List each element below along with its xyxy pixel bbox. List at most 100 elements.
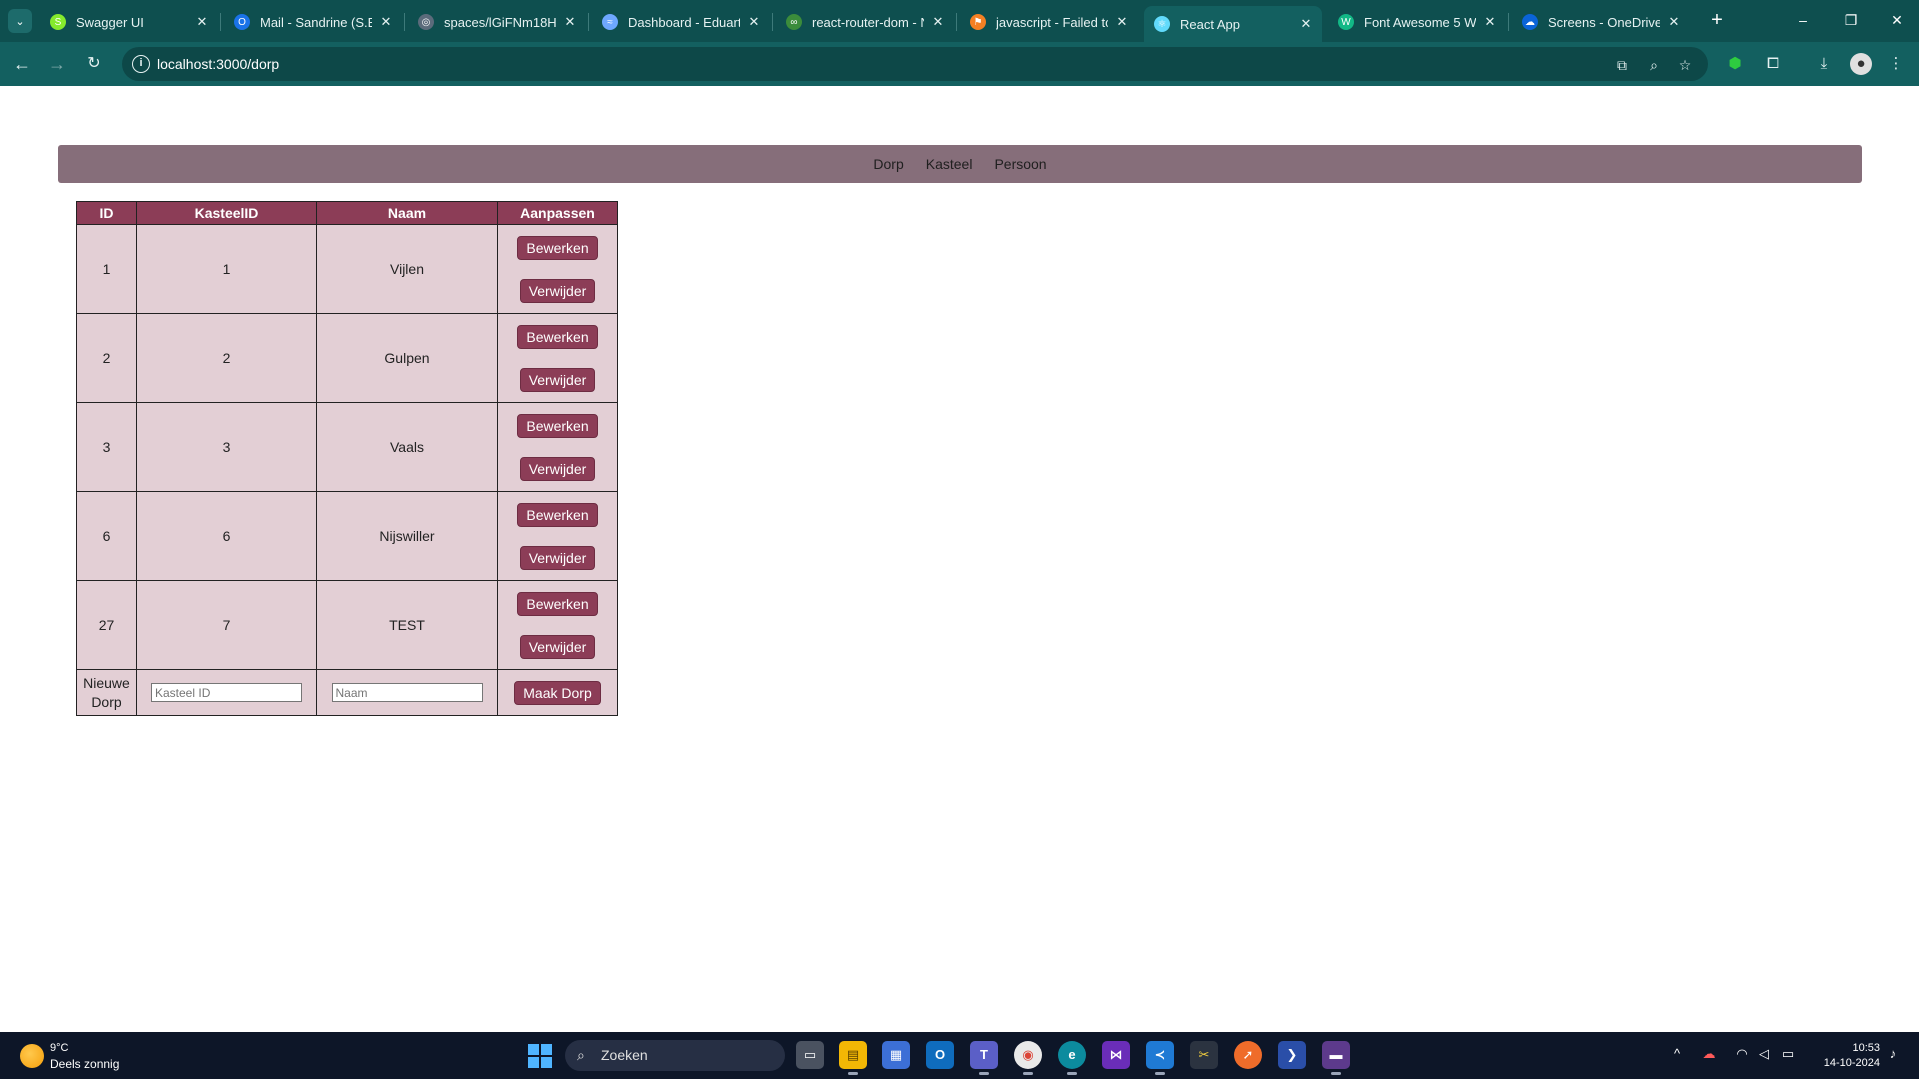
vscode-icon[interactable]: ≺: [1146, 1041, 1174, 1075]
reload-icon[interactable]: ↻: [82, 52, 106, 76]
minimize-button[interactable]: –: [1789, 8, 1817, 32]
tab-close-icon[interactable]: ✕: [1298, 16, 1314, 32]
maak-dorp-button[interactable]: Maak Dorp: [514, 680, 601, 705]
close-window-button[interactable]: ✕: [1883, 8, 1911, 32]
tab-title: React App: [1180, 16, 1240, 32]
chrome-icon[interactable]: ◉: [1014, 1041, 1042, 1075]
tab-separator: [1508, 13, 1509, 31]
clock-date[interactable]: 14-10-2024: [1800, 1057, 1880, 1069]
cell-naam: Gulpen: [316, 313, 498, 403]
tab-close-icon[interactable]: ✕: [378, 14, 394, 30]
tab-close-icon[interactable]: ✕: [1666, 14, 1682, 30]
delete-button[interactable]: Verwijder: [519, 456, 596, 481]
battery-icon[interactable]: ▭: [1779, 1046, 1797, 1062]
browser-tab[interactable]: ◎ spaces/lGiFNm18HoC ✕: [408, 6, 586, 38]
cell-id: 1: [76, 224, 137, 314]
back-arrow-icon[interactable]: ←: [10, 52, 34, 76]
file-explorer-icon[interactable]: ▤: [839, 1041, 867, 1075]
tray-overflow-chevron-icon[interactable]: ^: [1668, 1046, 1686, 1061]
extension-shield-icon[interactable]: ⬢: [1724, 53, 1746, 75]
tab-close-icon[interactable]: ✕: [746, 14, 762, 30]
snipping-tool-icon[interactable]: ✂: [1190, 1041, 1218, 1069]
nav-link-kasteel[interactable]: Kasteel: [926, 156, 973, 172]
powershell-icon[interactable]: ❯: [1278, 1041, 1306, 1069]
edit-button[interactable]: Bewerken: [517, 235, 598, 260]
cell-actions: Bewerken Verwijder: [497, 313, 618, 403]
onedrive-status-icon[interactable]: ☁: [1700, 1046, 1718, 1062]
weather-sun-icon[interactable]: [20, 1044, 44, 1068]
notification-bell-icon[interactable]: ♪: [1884, 1046, 1902, 1061]
volume-muted-icon[interactable]: ◁: [1755, 1046, 1773, 1062]
zoom-icon[interactable]: ⌕: [1644, 55, 1664, 75]
browser-tab[interactable]: ≈ Dashboard - Eduarte ✕: [592, 6, 770, 38]
tab-close-icon[interactable]: ✕: [194, 14, 210, 30]
naam-input[interactable]: [331, 683, 483, 702]
tab-favicon-icon: S: [50, 14, 66, 30]
install-app-icon[interactable]: ⧉: [1612, 55, 1632, 75]
clock-time[interactable]: 10:53: [1800, 1042, 1880, 1054]
outlook-icon[interactable]: O: [926, 1041, 954, 1069]
teams-icon[interactable]: T: [970, 1041, 998, 1075]
menu-kebab-icon[interactable]: ⋮: [1885, 53, 1907, 75]
delete-button[interactable]: Verwijder: [519, 545, 596, 570]
browser-tab[interactable]: W Font Awesome 5 Wri ✕: [1328, 6, 1506, 38]
bookmark-star-icon[interactable]: ☆: [1675, 55, 1695, 75]
cell-id: 2: [76, 313, 137, 403]
new-tab-button[interactable]: +: [1705, 9, 1729, 33]
tab-close-icon[interactable]: ✕: [562, 14, 578, 30]
edit-button[interactable]: Bewerken: [517, 502, 598, 527]
browser-tab[interactable]: ⚛ React App ✕: [1144, 6, 1322, 42]
browser-tab[interactable]: ☁ Screens - OneDrive ✕: [1512, 6, 1690, 38]
tab-title: javascript - Failed to: [996, 14, 1108, 30]
nav-link-dorp[interactable]: Dorp: [873, 156, 903, 172]
delete-button[interactable]: Verwijder: [519, 367, 596, 392]
task-view-icon[interactable]: ▭: [796, 1041, 824, 1069]
restore-button[interactable]: ❐: [1837, 8, 1865, 32]
postman-icon[interactable]: ➚: [1234, 1041, 1262, 1069]
tab-search-chevron-icon[interactable]: ⌄: [8, 9, 32, 33]
taskbar-search-box[interactable]: ⌕ Zoeken: [565, 1040, 785, 1071]
extensions-puzzle-icon[interactable]: ⧠: [1762, 53, 1784, 75]
browser-tab[interactable]: O Mail - Sandrine (S.E.M ✕: [224, 6, 402, 38]
terminal-icon[interactable]: ▬: [1322, 1041, 1350, 1075]
browser-tab[interactable]: ⚑ javascript - Failed to ✕: [960, 6, 1138, 38]
table-row: 3 3 Vaals Bewerken Verwijder: [76, 402, 618, 492]
profile-avatar[interactable]: ●: [1850, 53, 1872, 75]
weather-description[interactable]: Deels zonnig: [50, 1057, 119, 1071]
table-header-row: ID KasteelID Naam Aanpassen: [76, 201, 618, 225]
browser-tab[interactable]: ∞ react-router-dom - N ✕: [776, 6, 954, 38]
tab-favicon-icon: ☁: [1522, 14, 1538, 30]
windows-start-icon[interactable]: [528, 1044, 552, 1068]
browser-toolbar: ← → ↻ i localhost:3000/dorp ⧉ ⌕ ☆ ⬢ ⧠ ⤓ …: [0, 42, 1919, 86]
cell-naam-input: [316, 669, 498, 716]
cell-naam: Vaals: [316, 402, 498, 492]
edge-icon[interactable]: e: [1058, 1041, 1086, 1075]
kasteel-id-input[interactable]: [151, 683, 302, 702]
tab-title: Mail - Sandrine (S.E.M: [260, 14, 372, 30]
nav-link-persoon[interactable]: Persoon: [994, 156, 1046, 172]
tab-close-icon[interactable]: ✕: [1482, 14, 1498, 30]
tab-close-icon[interactable]: ✕: [1114, 14, 1130, 30]
tab-favicon-icon: ⚛: [1154, 16, 1170, 32]
browser-tab[interactable]: S Swagger UI ✕: [40, 6, 218, 38]
download-icon[interactable]: ⤓: [1813, 53, 1835, 75]
cell-kasteel-id: 2: [136, 313, 317, 403]
site-info-icon[interactable]: i: [132, 55, 150, 73]
delete-button[interactable]: Verwijder: [519, 634, 596, 659]
tab-close-icon[interactable]: ✕: [930, 14, 946, 30]
store-icon[interactable]: ▦: [882, 1041, 910, 1069]
wifi-icon[interactable]: ◠: [1733, 1046, 1751, 1062]
new-dorp-label-line2: Dorp: [91, 693, 122, 710]
header-naam: Naam: [316, 201, 498, 225]
tab-title: Font Awesome 5 Wri: [1364, 14, 1476, 30]
address-bar[interactable]: i localhost:3000/dorp ⧉ ⌕ ☆: [122, 47, 1708, 81]
edit-button[interactable]: Bewerken: [517, 413, 598, 438]
edit-button[interactable]: Bewerken: [517, 324, 598, 349]
address-url[interactable]: localhost:3000/dorp: [157, 56, 279, 72]
visual-studio-icon[interactable]: ⋈: [1102, 1041, 1130, 1069]
edit-button[interactable]: Bewerken: [517, 591, 598, 616]
delete-button[interactable]: Verwijder: [519, 278, 596, 303]
forward-arrow-icon[interactable]: →: [45, 52, 69, 76]
weather-temperature[interactable]: 9°C: [50, 1042, 68, 1054]
cell-actions: Bewerken Verwijder: [497, 580, 618, 670]
